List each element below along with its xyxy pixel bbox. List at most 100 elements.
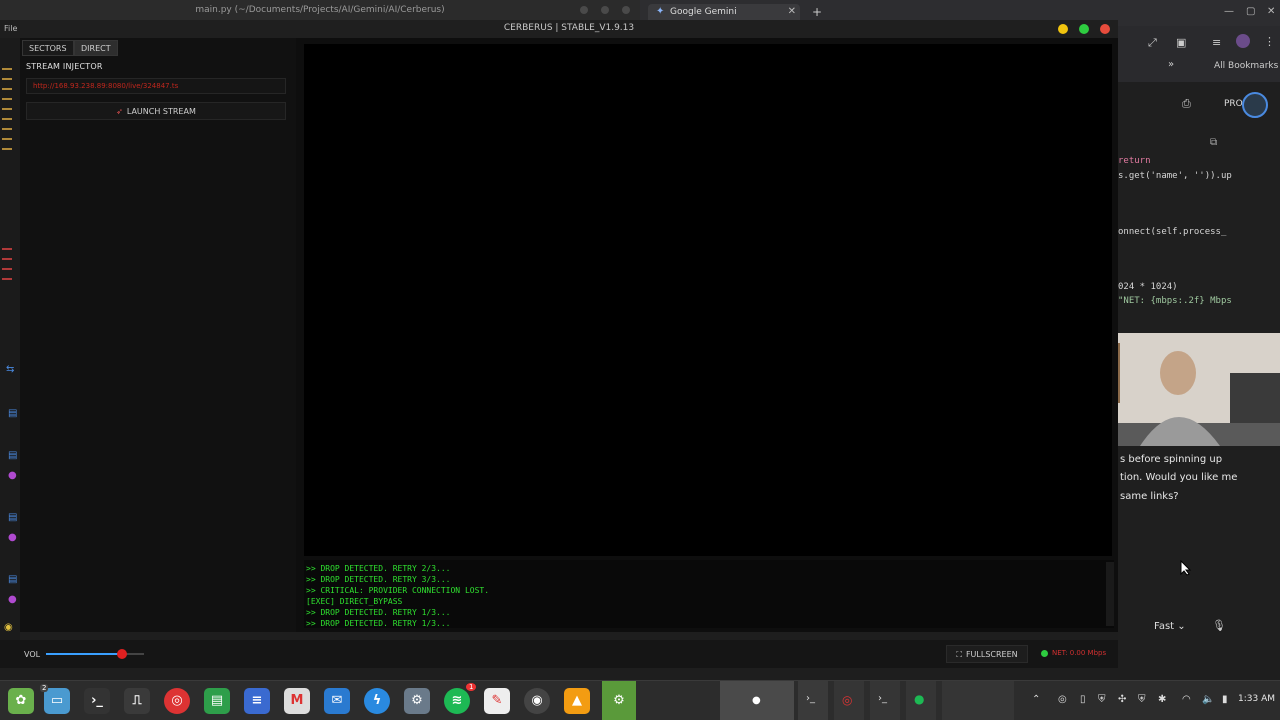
tray-security-icon[interactable]: ⛨: [1098, 694, 1106, 705]
video-viewport[interactable]: [304, 44, 1112, 556]
task-window-spotify[interactable]: ●: [906, 681, 936, 720]
taskbar: ✿ ▭ 2 ›_ ⎍ ◎ ▤ ≡ M ✉ ϟ ⚙ ≋ 1 ✎ ◉ ▲ ⚙ ● ›…: [0, 680, 1280, 720]
email-icon[interactable]: ✉: [324, 688, 350, 714]
printer-icon[interactable]: ⎙: [1182, 97, 1191, 111]
files-icon[interactable]: ▭: [44, 688, 70, 714]
microphone-icon[interactable]: 🎙: [1212, 619, 1226, 632]
chrome-icon[interactable]: ◎: [164, 688, 190, 714]
more-options-icon[interactable]: ⋮: [1264, 35, 1275, 48]
tab-direct-label: DIRECT: [81, 44, 111, 53]
close-tab-icon[interactable]: ✕: [788, 6, 796, 17]
text-editor-icon[interactable]: ✎: [484, 688, 510, 714]
spotify-icon[interactable]: ≋: [444, 688, 470, 714]
task-window-chrome[interactable]: ◎: [834, 681, 864, 720]
console-log: >> DROP DETECTED. RETRY 2/3... >> DROP D…: [304, 560, 1114, 628]
close-button[interactable]: [1100, 24, 1110, 34]
new-tab-icon[interactable]: +: [812, 5, 822, 19]
log-line: [EXEC] DIRECT_BYPASS: [306, 597, 403, 606]
file-icon[interactable]: ▤: [8, 450, 17, 461]
accounts-icon[interactable]: ◉: [4, 622, 13, 633]
stream-url-value: http://168.93.238.89:8080/live/324847.ts: [33, 82, 179, 90]
editor-window-title: main.py (~/Documents/Projects/AI/Gemini/…: [195, 5, 445, 15]
console-scrollbar[interactable]: [1106, 562, 1114, 626]
task-window-editor[interactable]: ›_: [798, 681, 828, 720]
vlc-icon[interactable]: ▲: [564, 688, 590, 714]
model-selector[interactable]: Fast ⌄: [1154, 621, 1186, 632]
file-icon[interactable]: ●: [8, 532, 17, 543]
editor-sidebar: ⇆ ▤ ▤ ● ▤ ● ▤ ● ◉: [0, 38, 20, 650]
editor-file-menu[interactable]: File: [4, 24, 17, 33]
fullscreen-icon: ⛶: [956, 650, 962, 659]
chat-icon[interactable]: ▤: [204, 688, 230, 714]
account-avatar[interactable]: [1242, 92, 1268, 118]
fullscreen-button[interactable]: ⛶ FULLSCREEN: [946, 645, 1028, 663]
tray-update-icon[interactable]: ⛨: [1138, 694, 1146, 705]
app-title: CERBERUS | STABLE_V1.9.13: [503, 23, 635, 33]
mouse-cursor-icon: [1180, 560, 1192, 576]
source-control-icon[interactable]: ⇆: [6, 364, 14, 375]
control-sidebar: SECTORS DIRECT STREAM INJECTOR http://16…: [20, 38, 296, 632]
tray-arrow-icon[interactable]: ⌃: [1032, 694, 1040, 705]
archive-icon[interactable]: ⚙: [404, 688, 430, 714]
log-line: >> DROP DETECTED. RETRY 3/3...: [306, 575, 451, 584]
tab-sectors[interactable]: SECTORS: [22, 40, 74, 56]
volume-fill: [46, 653, 123, 655]
monitor-icon[interactable]: ⎍: [124, 688, 150, 714]
chrome-icon: ◎: [842, 693, 853, 707]
task-window-empty[interactable]: [942, 681, 1014, 720]
minimize-icon[interactable]: —: [1224, 6, 1234, 17]
file-icon[interactable]: ▤: [8, 408, 17, 419]
volume-slider[interactable]: [46, 649, 144, 659]
tray-bluetooth-icon[interactable]: ✱: [1158, 694, 1166, 705]
file-icon[interactable]: ●: [8, 594, 17, 605]
terminal-icon[interactable]: ›_: [84, 688, 110, 714]
clock[interactable]: 1:33 AM: [1238, 694, 1275, 704]
editor-minimize-button[interactable]: [580, 6, 588, 14]
docs-icon[interactable]: ≡: [244, 688, 270, 714]
log-line: >> DROP DETECTED. RETRY 2/3...: [306, 564, 451, 573]
mint-menu-icon[interactable]: ✿: [8, 688, 34, 714]
cast-icon[interactable]: ▣: [1176, 36, 1186, 49]
all-bookmarks-link[interactable]: All Bookmarks: [1214, 61, 1278, 71]
menu-icon[interactable]: ≡: [1212, 36, 1221, 49]
close-window-icon[interactable]: ✕: [1267, 6, 1275, 17]
gmail-icon[interactable]: M: [284, 688, 310, 714]
pro-badge: PRO: [1224, 99, 1243, 109]
tray-network-icon[interactable]: ✣: [1118, 694, 1126, 705]
chevron-right-icon[interactable]: »: [1168, 59, 1174, 70]
minimize-button[interactable]: [1058, 24, 1068, 34]
browser-toolbar: ⤢ ▣ ≡ ⋮ » All Bookmarks: [1118, 26, 1280, 82]
editor-close-button[interactable]: [622, 6, 630, 14]
task-window-terminal[interactable]: ›_: [870, 681, 900, 720]
copy-icon[interactable]: ⧉: [1210, 137, 1217, 148]
maximize-icon[interactable]: ▢: [1246, 6, 1255, 17]
app-titlebar: CERBERUS | STABLE_V1.9.13: [20, 20, 1118, 38]
extensions-icon[interactable]: ⤢: [1148, 36, 1157, 50]
code-line: 024 * 1024): [1118, 282, 1178, 292]
editor-maximize-button[interactable]: [601, 6, 609, 14]
obs-icon[interactable]: ◉: [524, 688, 550, 714]
spotify-badge: 1: [466, 683, 477, 691]
maximize-button[interactable]: [1079, 24, 1089, 34]
tray-vpn-icon[interactable]: ◎: [1058, 694, 1067, 705]
file-icon[interactable]: ▤: [8, 574, 17, 585]
tray-battery-icon[interactable]: ▮: [1222, 694, 1228, 705]
profile-avatar[interactable]: [1236, 34, 1250, 48]
stream-url-input[interactable]: http://168.93.238.89:8080/live/324847.ts: [26, 78, 286, 94]
messenger-icon[interactable]: ϟ: [364, 688, 390, 714]
settings-icon[interactable]: ⚙: [602, 681, 636, 720]
code-line: "NET: {mbps:.2f} Mbps: [1118, 296, 1232, 306]
tray-shield-icon[interactable]: ▯: [1080, 694, 1086, 705]
launch-stream-button[interactable]: ➶ LAUNCH STREAM: [26, 102, 286, 120]
volume-knob[interactable]: [117, 649, 128, 659]
app-dot-icon: ●: [752, 695, 761, 706]
net-status-dot: [1041, 650, 1048, 657]
code-line: s.get('name', '')).up: [1118, 171, 1232, 181]
tray-volume-icon[interactable]: 🔈: [1202, 694, 1214, 705]
file-icon[interactable]: ▤: [8, 512, 17, 523]
log-line: >> DROP DETECTED. RETRY 1/3...: [306, 608, 451, 617]
tray-wifi-icon[interactable]: ◠: [1182, 694, 1191, 705]
tab-direct[interactable]: DIRECT: [74, 40, 118, 56]
file-icon[interactable]: ●: [8, 470, 17, 481]
task-window-cerberus[interactable]: ●: [720, 681, 794, 720]
